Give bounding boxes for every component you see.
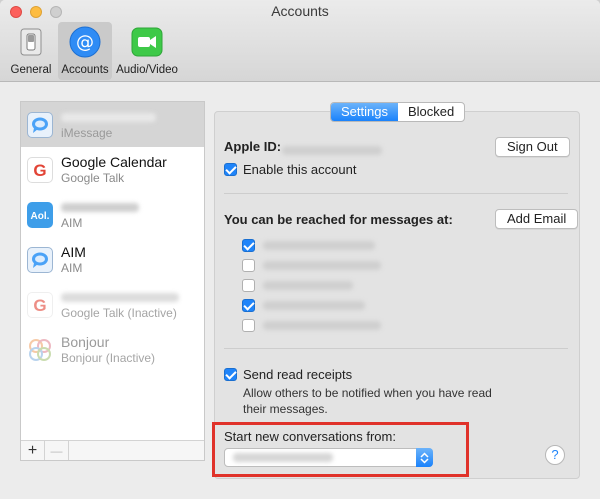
address-list (242, 235, 381, 335)
address-row[interactable] (242, 315, 381, 335)
switch-icon (15, 26, 47, 58)
accounts-content: iMessage G Google Calendar Google Talk A… (0, 83, 600, 499)
svg-text:Aol.: Aol. (31, 211, 50, 222)
google-icon: G (27, 156, 53, 183)
address-value (263, 300, 365, 310)
reach-at-label: You can be reached for messages at: (224, 212, 453, 227)
preferences-toolbar: General @ Accounts Audio/Video (4, 22, 182, 80)
address-value (263, 320, 381, 330)
account-item-aim[interactable]: AIM AIM (21, 237, 204, 282)
address-checkbox[interactable] (242, 298, 255, 312)
account-item-name: Google Calendar (61, 153, 167, 170)
account-item-name: Bonjour (61, 333, 110, 350)
svg-text:@: @ (76, 32, 94, 53)
sign-out-button[interactable]: Sign Out (495, 137, 570, 157)
enable-account-row[interactable]: Enable this account (224, 162, 356, 177)
account-item-name: AIM (61, 243, 86, 260)
read-receipts-label: Send read receipts (243, 367, 353, 382)
account-item-google-talk-inactive[interactable]: G Google Talk (Inactive) (21, 282, 204, 327)
address-row[interactable] (242, 255, 381, 275)
enable-account-label: Enable this account (243, 162, 357, 177)
account-item-bonjour[interactable]: Bonjour Bonjour (Inactive) (21, 327, 204, 372)
read-receipts-description-line: their messages. (243, 402, 328, 416)
tab-blocked[interactable]: Blocked (398, 103, 464, 121)
account-item-subtitle: iMessage (61, 125, 113, 140)
toolbar-general-button[interactable]: General (4, 22, 58, 80)
account-item-subtitle: AIM (61, 215, 83, 230)
address-checkbox[interactable] (242, 278, 255, 292)
accounts-list-footer: + — (21, 440, 204, 460)
accounts-list: iMessage G Google Calendar Google Talk A… (20, 101, 205, 461)
title-bar: Accounts General @ Accounts Audio/Video (0, 0, 600, 82)
at-icon: @ (69, 26, 101, 58)
section-divider (224, 348, 568, 349)
tab-settings[interactable]: Settings (331, 103, 398, 121)
add-account-button[interactable]: + (21, 441, 45, 460)
toolbar-accounts-label: Accounts (61, 64, 109, 76)
imessage-icon (27, 111, 53, 138)
aol-icon: Aol. (27, 201, 53, 228)
add-email-button[interactable]: Add Email (495, 209, 579, 229)
account-item-subtitle: Google Talk (61, 170, 125, 185)
annotation-highlight-box (212, 422, 469, 477)
accounts-window: Accounts General @ Accounts Audio/Video … (0, 0, 600, 499)
video-camera-icon (131, 26, 163, 58)
section-divider (224, 193, 568, 194)
account-item-name (61, 289, 179, 305)
toolbar-audio-video-button[interactable]: Audio/Video (112, 22, 182, 80)
address-row[interactable] (242, 235, 381, 255)
account-item-subtitle: Bonjour (Inactive) (61, 350, 156, 365)
read-receipts-row[interactable]: Send read receipts (224, 367, 352, 382)
svg-text:G: G (33, 296, 46, 315)
settings-tab-control: Settings Blocked (330, 102, 466, 122)
bonjour-icon (27, 337, 53, 363)
address-row[interactable] (242, 295, 381, 315)
toolbar-general-label: General (10, 64, 52, 76)
google-icon: G (27, 291, 53, 318)
read-receipts-description-line: Allow others to be notified when you hav… (243, 386, 492, 400)
help-button[interactable]: ? (545, 445, 565, 465)
account-item-name (61, 199, 139, 215)
address-checkbox[interactable] (242, 238, 255, 252)
account-item-subtitle: Google Talk (Inactive) (61, 305, 177, 320)
address-row[interactable] (242, 275, 381, 295)
apple-id-label: Apple ID: (224, 139, 282, 154)
address-checkbox[interactable] (242, 258, 255, 272)
remove-account-button[interactable]: — (45, 441, 69, 460)
toolbar-accounts-button[interactable]: @ Accounts (58, 22, 112, 80)
account-item-imessage[interactable]: iMessage (21, 102, 204, 147)
account-item-subtitle: AIM (61, 260, 83, 275)
svg-text:G: G (33, 161, 46, 180)
account-item-google-calendar[interactable]: G Google Calendar Google Talk (21, 147, 204, 192)
accounts-list-items: iMessage G Google Calendar Google Talk A… (21, 102, 204, 440)
address-value (263, 240, 375, 250)
account-item-aol[interactable]: Aol. AIM (21, 192, 204, 237)
toolbar-audio-video-label: Audio/Video (116, 64, 178, 76)
address-value (263, 260, 381, 270)
window-title: Accounts (271, 3, 329, 19)
enable-account-checkbox[interactable] (224, 163, 237, 176)
aim-icon (27, 246, 53, 273)
address-value (263, 280, 353, 290)
read-receipts-checkbox[interactable] (224, 368, 237, 381)
apple-id-value (282, 143, 382, 158)
address-checkbox[interactable] (242, 318, 255, 332)
read-receipts-description: Allow others to be notified when you hav… (243, 385, 492, 417)
account-item-name (61, 109, 156, 125)
